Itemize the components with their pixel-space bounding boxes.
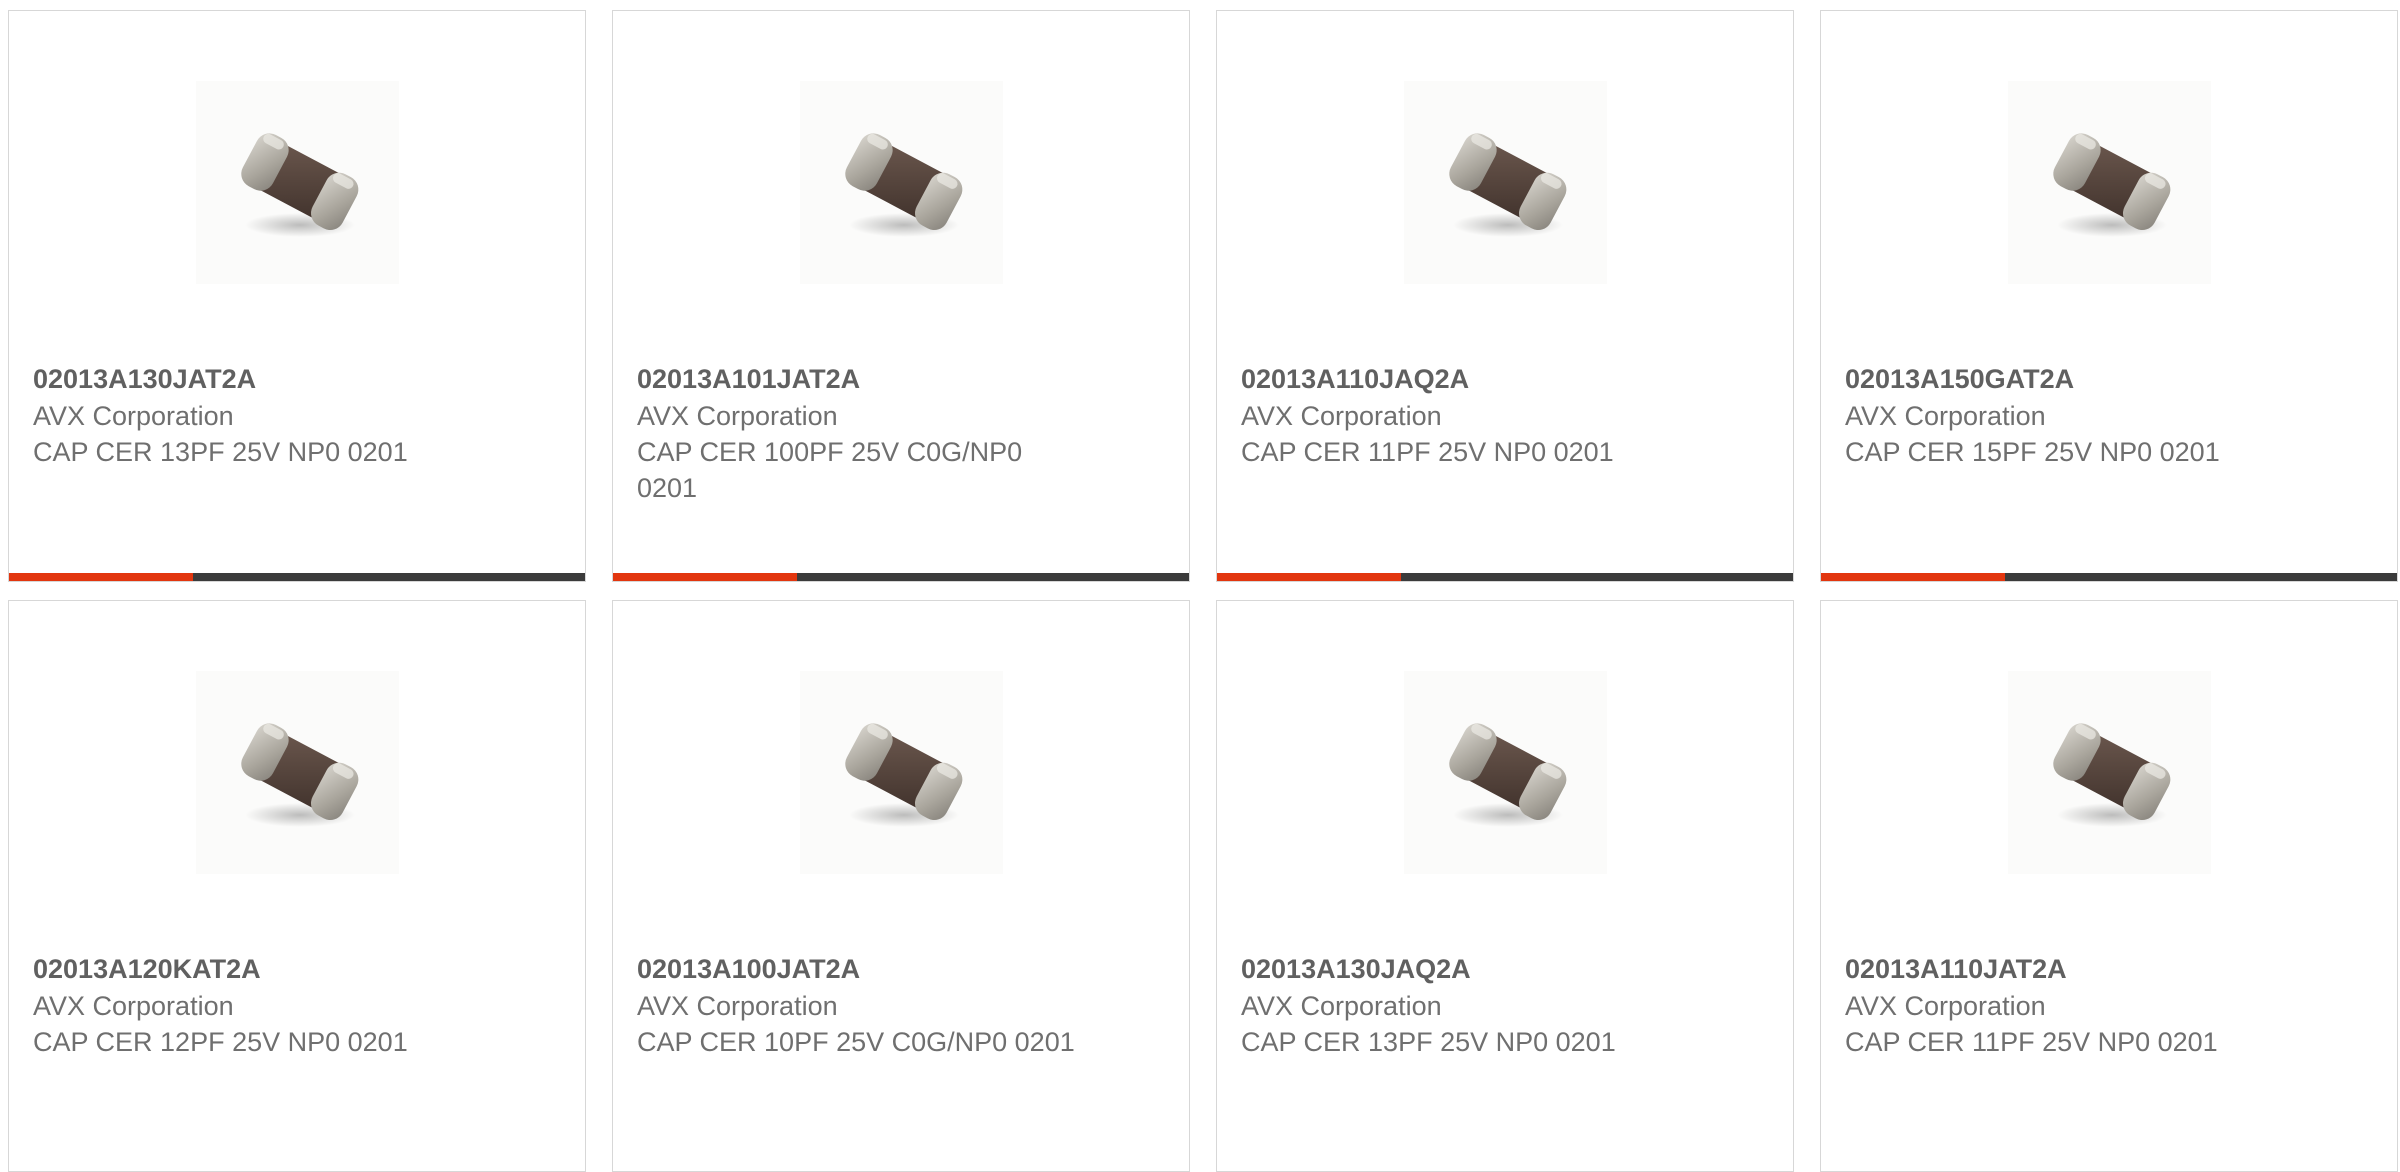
- smd-capacitor-icon: [832, 113, 972, 253]
- smd-capacitor-icon: [228, 113, 368, 253]
- product-card[interactable]: 02013A110JAT2A AVX Corporation CAP CER 1…: [1820, 600, 2398, 1172]
- product-grid: 02013A130JAT2A AVX Corporation CAP CER 1…: [0, 0, 2400, 1172]
- manufacturer-label: AVX Corporation: [1845, 991, 2046, 1021]
- product-image[interactable]: [1404, 81, 1607, 284]
- smd-capacitor-icon: [2040, 703, 2180, 843]
- part-number-link[interactable]: 02013A150GAT2A: [1845, 361, 2285, 397]
- part-number-link[interactable]: 02013A110JAQ2A: [1241, 361, 1681, 397]
- part-number-link[interactable]: 02013A110JAT2A: [1845, 951, 2285, 987]
- card-progress-bar: [9, 573, 585, 581]
- manufacturer-label: AVX Corporation: [1845, 401, 2046, 431]
- product-image[interactable]: [2008, 671, 2211, 874]
- product-description: CAP CER 13PF 25V NP0 0201: [1241, 1027, 1616, 1057]
- product-description: CAP CER 10PF 25V C0G/NP0 0201: [637, 1027, 1075, 1057]
- card-progress-fill: [1217, 573, 1402, 581]
- smd-capacitor-icon: [1436, 703, 1576, 843]
- product-description: CAP CER 13PF 25V NP0 0201: [33, 437, 408, 467]
- product-card[interactable]: 02013A130JAT2A AVX Corporation CAP CER 1…: [8, 10, 586, 582]
- product-card[interactable]: 02013A100JAT2A AVX Corporation CAP CER 1…: [612, 600, 1190, 1172]
- manufacturer-label: AVX Corporation: [1241, 991, 1442, 1021]
- smd-capacitor-icon: [2040, 113, 2180, 253]
- product-image[interactable]: [2008, 81, 2211, 284]
- product-card[interactable]: 02013A110JAQ2A AVX Corporation CAP CER 1…: [1216, 10, 1794, 582]
- part-number-link[interactable]: 02013A120KAT2A: [33, 951, 473, 987]
- product-image[interactable]: [800, 81, 1003, 284]
- product-image[interactable]: [196, 671, 399, 874]
- product-card[interactable]: 02013A130JAQ2A AVX Corporation CAP CER 1…: [1216, 600, 1794, 1172]
- product-image[interactable]: [196, 81, 399, 284]
- smd-capacitor-icon: [228, 703, 368, 843]
- part-number-link[interactable]: 02013A130JAQ2A: [1241, 951, 1681, 987]
- smd-capacitor-icon: [1436, 113, 1576, 253]
- manufacturer-label: AVX Corporation: [637, 991, 838, 1021]
- product-description: CAP CER 11PF 25V NP0 0201: [1241, 437, 1614, 467]
- card-progress-fill: [613, 573, 798, 581]
- part-number-link[interactable]: 02013A100JAT2A: [637, 951, 1077, 987]
- product-description: CAP CER 11PF 25V NP0 0201: [1845, 1027, 2218, 1057]
- product-card[interactable]: 02013A120KAT2A AVX Corporation CAP CER 1…: [8, 600, 586, 1172]
- smd-capacitor-icon: [832, 703, 972, 843]
- product-image[interactable]: [1404, 671, 1607, 874]
- card-progress-bar: [1217, 573, 1793, 581]
- card-progress-fill: [1821, 573, 2006, 581]
- manufacturer-label: AVX Corporation: [33, 401, 234, 431]
- manufacturer-label: AVX Corporation: [637, 401, 838, 431]
- product-description: CAP CER 12PF 25V NP0 0201: [33, 1027, 408, 1057]
- product-card[interactable]: 02013A101JAT2A AVX Corporation CAP CER 1…: [612, 10, 1190, 582]
- part-number-link[interactable]: 02013A130JAT2A: [33, 361, 473, 397]
- product-description: CAP CER 15PF 25V NP0 0201: [1845, 437, 2220, 467]
- manufacturer-label: AVX Corporation: [33, 991, 234, 1021]
- card-progress-bar: [1821, 573, 2397, 581]
- part-number-link[interactable]: 02013A101JAT2A: [637, 361, 1077, 397]
- manufacturer-label: AVX Corporation: [1241, 401, 1442, 431]
- card-progress-bar: [613, 573, 1189, 581]
- product-description: CAP CER 100PF 25V C0G/NP0 0201: [637, 437, 1023, 503]
- product-image[interactable]: [800, 671, 1003, 874]
- card-progress-fill: [9, 573, 194, 581]
- product-card[interactable]: 02013A150GAT2A AVX Corporation CAP CER 1…: [1820, 10, 2398, 582]
